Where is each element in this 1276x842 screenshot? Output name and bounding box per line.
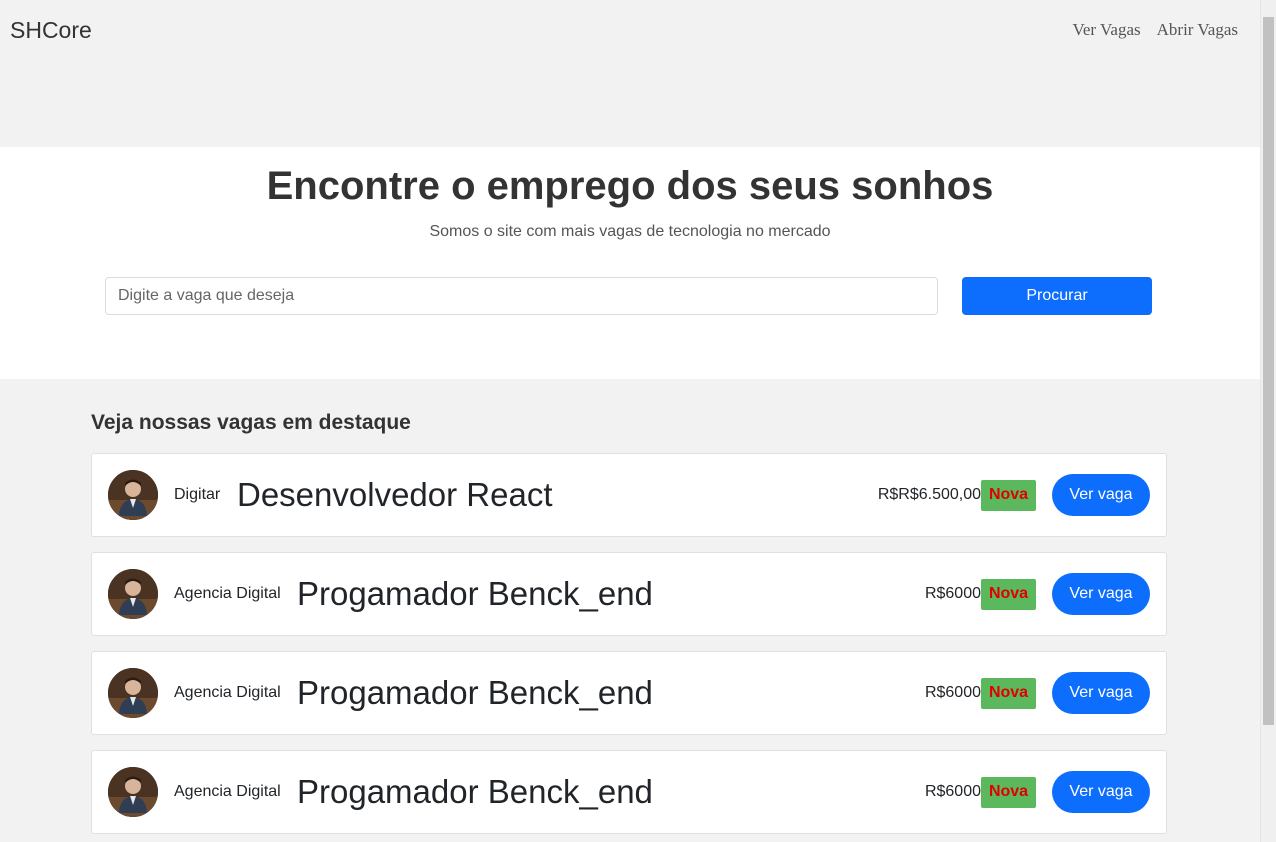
job-title: Progamador Benck_end bbox=[297, 575, 653, 612]
job-card: Agencia Digital Progamador Benck_end R$6… bbox=[91, 750, 1167, 834]
view-job-button[interactable]: Ver vaga bbox=[1052, 474, 1150, 516]
job-search-input[interactable] bbox=[105, 277, 938, 315]
company-name: Agencia Digital bbox=[174, 684, 281, 701]
page-scrollbar[interactable] bbox=[1260, 0, 1276, 842]
view-job-button[interactable]: Ver vaga bbox=[1052, 573, 1150, 615]
hero-title: Encontre o emprego dos seus sonhos bbox=[266, 164, 994, 208]
nav-link-abrir-vagas[interactable]: Abrir Vagas bbox=[1157, 20, 1238, 40]
job-card: Agencia Digital Progamador Benck_end R$6… bbox=[91, 651, 1167, 735]
person-avatar bbox=[108, 470, 158, 520]
job-title: Progamador Benck_end bbox=[297, 674, 653, 711]
view-job-button[interactable]: Ver vaga bbox=[1052, 771, 1150, 813]
view-job-button[interactable]: Ver vaga bbox=[1052, 672, 1150, 714]
job-actions: R$R$6.500,00 Nova Ver vaga bbox=[878, 474, 1150, 516]
company-name: Agencia Digital bbox=[174, 783, 281, 800]
salary: R$R$6.500,00 bbox=[877, 486, 981, 503]
job-actions: R$6000 Nova Ver vaga bbox=[925, 672, 1150, 714]
salary: R$6000 bbox=[924, 585, 981, 602]
nav-links: Ver Vagas Abrir Vagas bbox=[1072, 20, 1238, 40]
new-badge: Nova bbox=[981, 776, 1036, 808]
new-badge: Nova bbox=[981, 479, 1036, 511]
nav-link-ver-vagas[interactable]: Ver Vagas bbox=[1072, 20, 1140, 40]
job-actions: R$6000 Nova Ver vaga bbox=[925, 771, 1150, 813]
company-name: Digitar bbox=[174, 486, 221, 503]
job-actions: R$6000 Nova Ver vaga bbox=[925, 573, 1150, 615]
person-avatar bbox=[108, 767, 158, 817]
person-avatar bbox=[108, 569, 158, 619]
job-card: Agencia Digital Progamador Benck_end R$6… bbox=[91, 552, 1167, 636]
search-button[interactable]: Procurar bbox=[962, 277, 1152, 315]
job-list: Digitar Desenvolvedor React R$R$6.500,00… bbox=[91, 453, 1167, 842]
job-card: Digitar Desenvolvedor React R$R$6.500,00… bbox=[91, 453, 1167, 537]
person-avatar bbox=[108, 668, 158, 718]
new-badge: Nova bbox=[981, 677, 1036, 709]
new-badge: Nova bbox=[981, 578, 1036, 610]
hero-section: Encontre o emprego dos seus sonhos Somos… bbox=[0, 147, 1260, 379]
hero-subtitle: Somos o site com mais vagas de tecnologi… bbox=[429, 223, 831, 240]
featured-jobs-title: Veja nossas vagas em destaque bbox=[91, 411, 411, 434]
job-title: Progamador Benck_end bbox=[297, 773, 653, 810]
company-name: Agencia Digital bbox=[174, 585, 281, 602]
scrollbar-thumb[interactable] bbox=[1263, 17, 1274, 725]
salary: R$6000 bbox=[924, 783, 981, 800]
top-navbar: SHCore Ver Vagas Abrir Vagas bbox=[0, 0, 1260, 147]
job-title: Desenvolvedor React bbox=[237, 476, 553, 513]
brand-logo[interactable]: SHCore bbox=[10, 17, 92, 44]
salary: R$6000 bbox=[924, 684, 981, 701]
